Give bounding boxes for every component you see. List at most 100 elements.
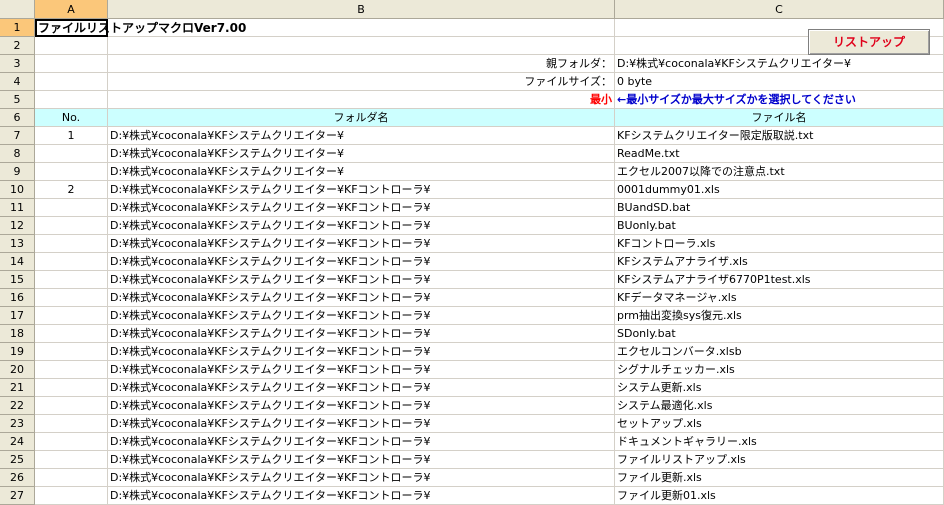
folder-name-cell[interactable]: D:¥株式¥coconala¥KFシステムクリエイター¥KFコントローラ¥ <box>108 307 615 325</box>
folder-name-cell[interactable]: D:¥株式¥coconala¥KFシステムクリエイター¥ <box>108 163 615 181</box>
folder-name-cell[interactable]: D:¥株式¥coconala¥KFシステムクリエイター¥KFコントローラ¥ <box>108 199 615 217</box>
folder-name-cell[interactable]: D:¥株式¥coconala¥KFシステムクリエイター¥KFコントローラ¥ <box>108 271 615 289</box>
row-no-cell[interactable]: 2 <box>35 181 108 199</box>
row-header[interactable]: 6 <box>0 109 35 127</box>
folder-name-cell[interactable]: D:¥株式¥coconala¥KFシステムクリエイター¥KFコントローラ¥ <box>108 253 615 271</box>
folder-name-cell[interactable]: D:¥株式¥coconala¥KFシステムクリエイター¥KFコントローラ¥ <box>108 379 615 397</box>
row-header[interactable]: 22 <box>0 397 35 415</box>
file-name-cell[interactable]: ファイルリストアップ.xls <box>615 451 944 469</box>
cell-a4[interactable] <box>35 73 108 91</box>
file-name-cell[interactable]: KFデータマネージャ.xls <box>615 289 944 307</box>
file-name-cell[interactable]: KFシステムクリエイター限定版取説.txt <box>615 127 944 145</box>
row-no-cell[interactable] <box>35 397 108 415</box>
folder-name-cell[interactable]: D:¥株式¥coconala¥KFシステムクリエイター¥KFコントローラ¥ <box>108 289 615 307</box>
row-header[interactable]: 13 <box>0 235 35 253</box>
row-header[interactable]: 10 <box>0 181 35 199</box>
file-name-cell[interactable]: セットアップ.xls <box>615 415 944 433</box>
file-name-cell[interactable]: シグナルチェッカー.xls <box>615 361 944 379</box>
row-no-cell[interactable] <box>35 235 108 253</box>
folder-name-cell[interactable]: D:¥株式¥coconala¥KFシステムクリエイター¥KFコントローラ¥ <box>108 217 615 235</box>
file-name-cell[interactable]: BUonly.bat <box>615 217 944 235</box>
column-header-b[interactable]: B <box>108 0 615 19</box>
file-name-cell[interactable]: 0001dummy01.xls <box>615 181 944 199</box>
cell-a2[interactable] <box>35 37 108 55</box>
row-no-cell[interactable] <box>35 343 108 361</box>
row-header[interactable]: 1 <box>0 19 35 37</box>
row-header[interactable]: 16 <box>0 289 35 307</box>
row-no-cell[interactable] <box>35 289 108 307</box>
select-all-corner[interactable] <box>0 0 35 19</box>
row-header[interactable]: 3 <box>0 55 35 73</box>
row-no-cell[interactable]: 1 <box>35 127 108 145</box>
folder-name-cell[interactable]: D:¥株式¥coconala¥KFシステムクリエイター¥KFコントローラ¥ <box>108 397 615 415</box>
folder-name-cell[interactable]: D:¥株式¥coconala¥KFシステムクリエイター¥KFコントローラ¥ <box>108 415 615 433</box>
row-header[interactable]: 23 <box>0 415 35 433</box>
row-header[interactable]: 17 <box>0 307 35 325</box>
folder-name-cell[interactable]: D:¥株式¥coconala¥KFシステムクリエイター¥KFコントローラ¥ <box>108 343 615 361</box>
row-header[interactable]: 11 <box>0 199 35 217</box>
row-header[interactable]: 21 <box>0 379 35 397</box>
row-header[interactable]: 7 <box>0 127 35 145</box>
folder-name-cell[interactable]: D:¥株式¥coconala¥KFシステムクリエイター¥ <box>108 127 615 145</box>
row-no-cell[interactable] <box>35 379 108 397</box>
row-header[interactable]: 12 <box>0 217 35 235</box>
row-no-cell[interactable] <box>35 361 108 379</box>
row-header[interactable]: 4 <box>0 73 35 91</box>
row-header[interactable]: 27 <box>0 487 35 505</box>
folder-name-cell[interactable]: D:¥株式¥coconala¥KFシステムクリエイター¥KFコントローラ¥ <box>108 469 615 487</box>
file-name-cell[interactable]: ファイル更新01.xls <box>615 487 944 505</box>
cell-b2[interactable] <box>108 37 615 55</box>
parent-folder-value[interactable]: D:¥株式¥coconala¥KFシステムクリエイター¥ <box>615 55 944 73</box>
file-name-cell[interactable]: KFコントローラ.xls <box>615 235 944 253</box>
listup-button[interactable]: リストアップ <box>808 29 930 55</box>
file-name-cell[interactable]: prm抽出変換sys復元.xls <box>615 307 944 325</box>
file-name-cell[interactable]: システム更新.xls <box>615 379 944 397</box>
row-header[interactable]: 2 <box>0 37 35 55</box>
folder-name-cell[interactable]: D:¥株式¥coconala¥KFシステムクリエイター¥ <box>108 145 615 163</box>
row-no-cell[interactable] <box>35 217 108 235</box>
row-header[interactable]: 15 <box>0 271 35 289</box>
row-header[interactable]: 18 <box>0 325 35 343</box>
folder-name-cell[interactable]: D:¥株式¥coconala¥KFシステムクリエイター¥KFコントローラ¥ <box>108 487 615 505</box>
size-mode-select[interactable]: 最小 <box>108 91 615 109</box>
column-header-a[interactable]: A <box>35 0 108 19</box>
column-header-c[interactable]: C <box>615 0 944 19</box>
row-no-cell[interactable] <box>35 433 108 451</box>
file-size-value[interactable]: 0 byte <box>615 73 944 91</box>
row-no-cell[interactable] <box>35 415 108 433</box>
row-header[interactable]: 19 <box>0 343 35 361</box>
row-no-cell[interactable] <box>35 469 108 487</box>
row-no-cell[interactable] <box>35 145 108 163</box>
row-header[interactable]: 20 <box>0 361 35 379</box>
cell-a3[interactable] <box>35 55 108 73</box>
folder-name-cell[interactable]: D:¥株式¥coconala¥KFシステムクリエイター¥KFコントローラ¥ <box>108 433 615 451</box>
row-no-cell[interactable] <box>35 163 108 181</box>
file-name-cell[interactable]: システム最適化.xls <box>615 397 944 415</box>
row-header[interactable]: 24 <box>0 433 35 451</box>
file-name-cell[interactable]: KFシステムアナライザ6770P1test.xls <box>615 271 944 289</box>
row-no-cell[interactable] <box>35 325 108 343</box>
folder-name-cell[interactable]: D:¥株式¥coconala¥KFシステムクリエイター¥KFコントローラ¥ <box>108 361 615 379</box>
row-no-cell[interactable] <box>35 271 108 289</box>
row-no-cell[interactable] <box>35 199 108 217</box>
row-header[interactable]: 14 <box>0 253 35 271</box>
row-header[interactable]: 9 <box>0 163 35 181</box>
file-name-cell[interactable]: SDonly.bat <box>615 325 944 343</box>
row-no-cell[interactable] <box>35 451 108 469</box>
row-header[interactable]: 5 <box>0 91 35 109</box>
file-name-cell[interactable]: ドキュメントギャラリー.xls <box>615 433 944 451</box>
file-name-cell[interactable]: ReadMe.txt <box>615 145 944 163</box>
folder-name-cell[interactable]: D:¥株式¥coconala¥KFシステムクリエイター¥KFコントローラ¥ <box>108 451 615 469</box>
row-header[interactable]: 25 <box>0 451 35 469</box>
file-name-cell[interactable]: エクセル2007以降での注意点.txt <box>615 163 944 181</box>
row-header[interactable]: 26 <box>0 469 35 487</box>
file-name-cell[interactable]: KFシステムアナライザ.xls <box>615 253 944 271</box>
file-name-cell[interactable]: BUandSD.bat <box>615 199 944 217</box>
row-no-cell[interactable] <box>35 307 108 325</box>
file-name-cell[interactable]: ファイル更新.xls <box>615 469 944 487</box>
folder-name-cell[interactable]: D:¥株式¥coconala¥KFシステムクリエイター¥KFコントローラ¥ <box>108 235 615 253</box>
row-no-cell[interactable] <box>35 253 108 271</box>
file-name-cell[interactable]: エクセルコンバータ.xlsb <box>615 343 944 361</box>
folder-name-cell[interactable]: D:¥株式¥coconala¥KFシステムクリエイター¥KFコントローラ¥ <box>108 325 615 343</box>
folder-name-cell[interactable]: D:¥株式¥coconala¥KFシステムクリエイター¥KFコントローラ¥ <box>108 181 615 199</box>
